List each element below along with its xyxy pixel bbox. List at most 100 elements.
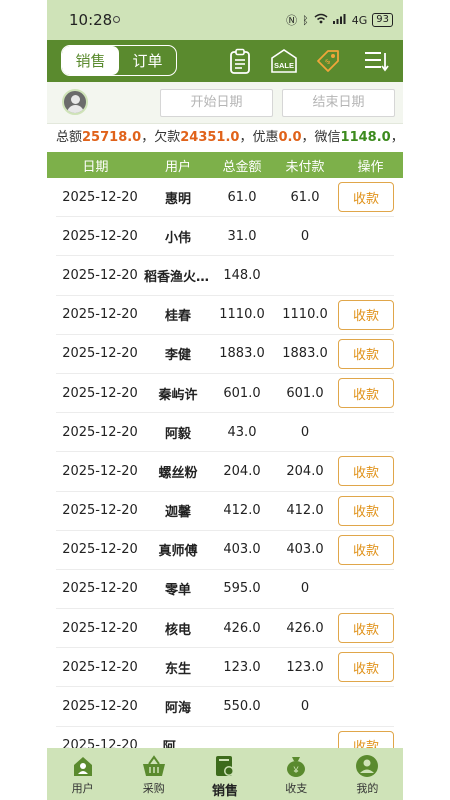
cell-date: 2025-12-20 [62, 307, 138, 323]
cell-user: 阿海 [164, 701, 191, 717]
cell-date: 2025-12-20 [62, 228, 138, 244]
status-time: 10:28 [69, 11, 113, 29]
svg-text:SALE: SALE [274, 61, 294, 70]
wechat-value: 1148.0 [340, 130, 391, 145]
table-row[interactable]: 2025-12-20 核电 426.0 426.0 收款 [56, 609, 394, 649]
collect-payment-button[interactable]: 收款 [338, 182, 394, 213]
table-row[interactable]: 2025-12-20 东生 123.0 123.0 收款 [56, 648, 394, 688]
list-menu-icon[interactable] [361, 46, 391, 76]
table-row[interactable]: 2025-12-20 稻香渔火川... 148.0 [56, 256, 394, 296]
top-header: 销售 订单 SALE $ [47, 40, 403, 82]
cell-user: 小伟 [164, 230, 191, 246]
collect-payment-button[interactable]: 收款 [338, 299, 394, 330]
cell-user: 秦屿许 [158, 387, 198, 403]
collect-payment-button[interactable]: 收款 [338, 613, 394, 644]
total-label: 总额 [56, 130, 83, 145]
col-user: 用户 [164, 159, 191, 175]
debt-value: 24351.0 [180, 130, 240, 145]
nav-sales[interactable]: 销售 [189, 748, 260, 800]
cell-total: 61.0 [227, 189, 257, 205]
collect-payment-button[interactable]: 收款 [338, 730, 394, 748]
cell-action: 收款 [338, 652, 394, 683]
avatar[interactable] [62, 89, 88, 115]
cell-user: 零单 [164, 583, 191, 599]
table-row[interactable]: 2025-12-20 惠明 61.0 61.0 收款 [56, 178, 394, 218]
bottom-nav: 用户 采购 销售 ¥ 收支 我的 [47, 748, 403, 800]
cell-unpaid: 412.0 [286, 503, 324, 519]
sales-table[interactable]: 2025-12-20 惠明 61.0 61.0 收款 2025-12-20 小伟 31.0 0 2… [47, 178, 403, 748]
wechat-label: ，微信 [301, 130, 341, 145]
cell-user: 东生 [164, 661, 191, 677]
cell-date: 2025-12-20 [62, 463, 138, 479]
cell-unpaid: 0 [300, 581, 310, 597]
table-row[interactable]: 2025-12-20 秦屿许 601.0 601.0 收款 [56, 374, 394, 414]
nav-users[interactable]: 用户 [47, 748, 118, 800]
nav-finance[interactable]: ¥ 收支 [261, 748, 332, 800]
table-row[interactable]: 2025-12-20 迦馨 412.0 412.0 收款 [56, 492, 394, 531]
cell-user: 迦馨 [164, 505, 191, 521]
collect-payment-button[interactable]: 收款 [338, 378, 394, 409]
cell-action: 收款 [338, 456, 394, 487]
nav-purchase-label: 采购 [142, 782, 165, 795]
col-date: 日期 [82, 159, 109, 175]
svg-text:¥: ¥ [293, 765, 300, 775]
table-row[interactable]: 2025-12-20 桂春 1110.0 1110.0 收款 [56, 296, 394, 335]
table-row[interactable]: 2025-12-20 李健 1883.0 1883.0 收款 [56, 335, 394, 374]
cell-total: 595.0 [223, 581, 261, 597]
collect-payment-button[interactable]: 收款 [338, 338, 394, 369]
svg-text:$: $ [324, 58, 332, 66]
cell-action: 收款 [338, 182, 394, 213]
total-value: 25718.0 [82, 130, 142, 145]
cell-date: 2025-12-20 [62, 738, 138, 748]
table-row[interactable]: 2025-12-20 小伟 31.0 0 [56, 217, 394, 257]
table-row[interactable]: 2025-12-20 阿海 550.0 0 [56, 687, 394, 727]
debt-label: ，欠款 [141, 130, 181, 145]
sale-icon[interactable]: SALE [269, 46, 299, 76]
table-row[interactable]: 2025-12-20 螺丝粉 204.0 204.0 收款 [56, 452, 394, 492]
table-row[interactable]: 2025-12-20 阿毅 43.0 0 [56, 413, 394, 453]
cell-total: 43.0 [227, 424, 257, 440]
table-row[interactable]: 2025-12-20 零单 595.0 0 [56, 570, 394, 610]
filter-bar: 开始日期 结束日期 [47, 82, 403, 124]
cell-user: 阿毅 [164, 426, 191, 442]
collect-payment-button[interactable]: 收款 [338, 652, 394, 683]
battery-icon: 93 [372, 13, 393, 27]
table-row[interactable]: 2025-12-20 真师傅 403.0 403.0 收款 [56, 531, 394, 570]
sales-icon [212, 754, 238, 778]
clipboard-icon[interactable] [225, 46, 255, 76]
cell-action: 收款 [338, 338, 394, 369]
cell-total: 426.0 [223, 620, 261, 636]
cell-total: 123.0 [223, 659, 261, 675]
status-bar: 10:28 Ⓝ ᛒ 4G 93 [47, 0, 403, 40]
cell-date: 2025-12-20 [62, 620, 138, 636]
collect-payment-button[interactable]: 收款 [338, 534, 394, 565]
cell-date: 2025-12-20 [62, 424, 138, 440]
cell-action: 收款 [338, 613, 394, 644]
cell-unpaid: 123.0 [286, 659, 324, 675]
tab-sales[interactable]: 销售 [62, 46, 119, 75]
start-date-input[interactable]: 开始日期 [160, 89, 273, 117]
nav-purchase[interactable]: 采购 [118, 748, 189, 800]
nav-mine[interactable]: 我的 [332, 748, 403, 800]
cell-total: 148.0 [223, 267, 261, 283]
cell-user: 真师傅 [158, 544, 198, 560]
cell-total: 601.0 [223, 385, 261, 401]
cell-user: 李健 [164, 348, 191, 364]
end-date-input[interactable]: 结束日期 [282, 89, 395, 117]
cell-total: 1110.0 [219, 307, 265, 323]
cell-user: 核电 [164, 622, 191, 638]
price-tag-icon[interactable]: $ [313, 46, 343, 76]
screen: 10:28 Ⓝ ᛒ 4G 93 销售 订单 SALE $ 开始日期 结束日期 总… [0, 0, 450, 800]
cell-date: 2025-12-20 [62, 267, 138, 283]
app-window: 10:28 Ⓝ ᛒ 4G 93 销售 订单 SALE $ 开始日期 结束日期 总… [47, 0, 403, 800]
notification-dot-icon [113, 16, 120, 23]
tab-orders[interactable]: 订单 [119, 46, 176, 75]
table-row[interactable]: 2025-12-20 阿 … 收款 [56, 727, 394, 748]
cell-date: 2025-12-20 [62, 699, 138, 715]
basket-icon [141, 754, 167, 778]
cell-action: 收款 [338, 378, 394, 409]
cell-total: 403.0 [223, 542, 261, 558]
col-action: 操作 [357, 159, 384, 175]
collect-payment-button[interactable]: 收款 [338, 495, 394, 526]
collect-payment-button[interactable]: 收款 [338, 456, 394, 487]
